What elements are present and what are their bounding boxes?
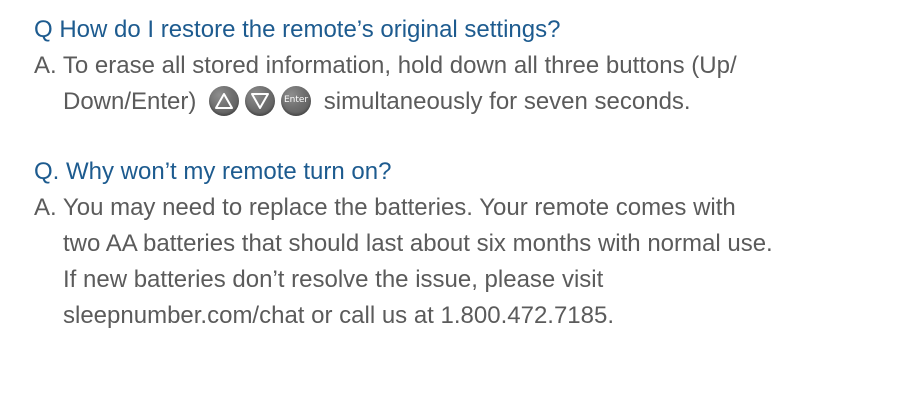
answer-line: If new batteries don’t resolve the issue… bbox=[63, 266, 604, 293]
remote-buttons-group: Enter bbox=[209, 85, 312, 116]
answer-text-before-buttons: Down/Enter) bbox=[63, 88, 197, 115]
question-remote-wont-turn-on: Q. Why won’t my remote turn on? bbox=[34, 158, 392, 185]
answer-line: A. You may need to replace the batteries… bbox=[34, 194, 736, 221]
question-restore-settings: Q How do I restore the remote’s original… bbox=[34, 16, 561, 43]
enter-button-icon: Enter bbox=[281, 85, 312, 116]
answer-remote-wont-turn-on: A. You may need to replace the batteries… bbox=[34, 190, 909, 334]
faq-item-remote-wont-turn-on: Q. Why won’t my remote turn on? A. You m… bbox=[0, 154, 909, 334]
faq-item-restore-settings: Q How do I restore the remote’s original… bbox=[0, 12, 909, 120]
down-button-icon bbox=[245, 85, 276, 116]
answer-line-contact: sleepnumber.com/chat or call us at 1.800… bbox=[63, 302, 615, 329]
answer-line: A. To erase all stored information, hold… bbox=[34, 52, 737, 79]
answer-text-after-buttons: simultaneously for seven seconds. bbox=[323, 88, 691, 115]
answer-line-with-buttons: Down/Enter) Enter simultaneously for sev… bbox=[34, 84, 909, 120]
answer-restore-settings: A. To erase all stored information, hold… bbox=[34, 48, 909, 120]
faq-page: Q How do I restore the remote’s original… bbox=[0, 0, 909, 405]
answer-line: two AA batteries that should last about … bbox=[63, 230, 773, 257]
enter-label: Enter bbox=[283, 95, 309, 106]
up-button-icon bbox=[209, 85, 240, 116]
